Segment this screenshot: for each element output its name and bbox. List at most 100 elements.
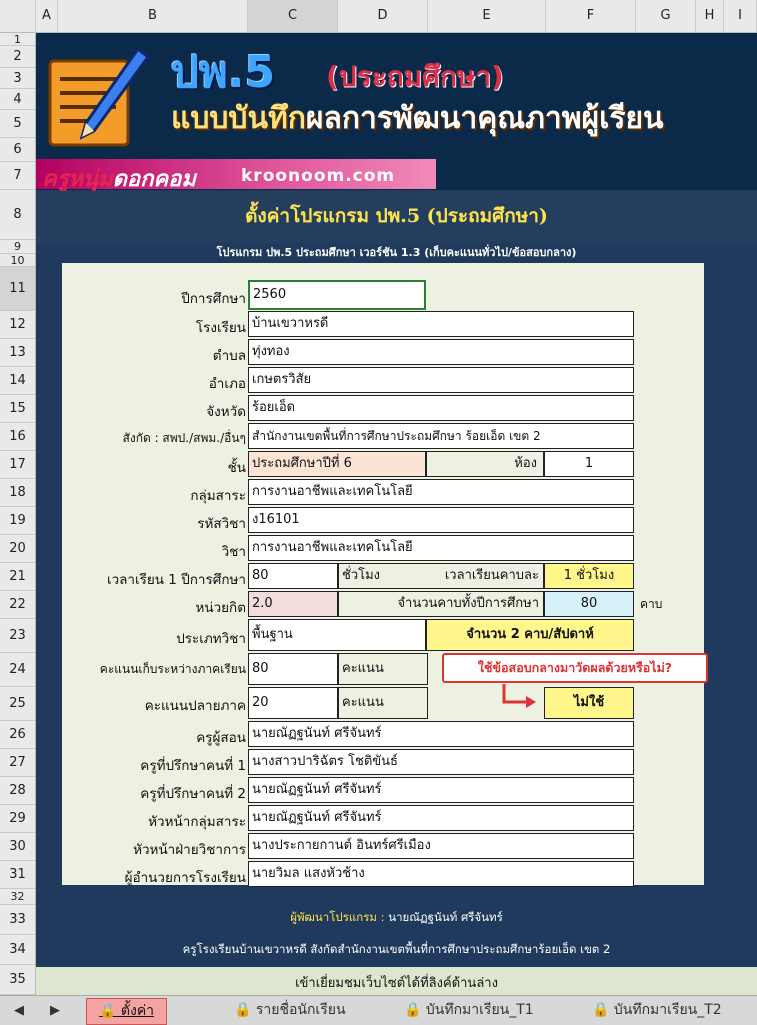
row-header[interactable]: 7 [0,162,35,190]
row-header[interactable]: 16 [0,423,35,451]
col-header-f[interactable]: F [546,0,636,32]
head-academic-label: หัวหน้าฝ่ายวิชาการ [133,842,246,858]
group-input[interactable]: การงานอาชีพและเทคโนโลยี [248,479,634,505]
subject-label: วิชา [221,544,246,560]
central-exam-select[interactable]: ไม่ใช้ [544,687,634,719]
advisor1-input[interactable]: นางสาวปาริฉัตร โชติขันธ์ [248,749,634,775]
row-header[interactable]: 3 [0,68,35,89]
lock-icon: 🔒 [404,1002,422,1018]
col-header-g[interactable]: G [636,0,696,32]
col-header-h[interactable]: H [696,0,724,32]
tab-attendance-t1[interactable]: 🔒 บันทึกมาเรียน_T1 [404,998,534,1023]
affiliation-label: สังกัด : สพป./สพม./อื่นๆ [122,431,246,445]
row-header[interactable]: 35 [0,965,35,995]
final-score-input[interactable]: 20 [248,687,338,719]
col-header-c[interactable]: C [248,0,338,32]
row-header[interactable]: 10 [0,254,35,267]
grade-select[interactable]: ประถมศึกษาปีที่ 6 [248,451,426,477]
row-header[interactable]: 21 [0,563,35,591]
row-header[interactable]: 24 [0,653,35,687]
col-header-d[interactable]: D [338,0,428,32]
banner-line2-a: แบบบันทึก [171,101,306,136]
code-input[interactable]: ง16101 [248,507,634,533]
row-header[interactable]: 27 [0,749,35,777]
developer-label: ผู้พัฒนาโปรแกรม : [290,910,385,924]
row-header[interactable]: 29 [0,805,35,833]
row-header[interactable]: 22 [0,591,35,619]
row-header[interactable]: 14 [0,367,35,395]
row-header[interactable]: 34 [0,935,35,965]
row-header[interactable]: 13 [0,339,35,367]
school-label: โรงเรียน [195,320,246,336]
tab-student-list-label: รายชื่อนักเรียน [255,1002,346,1018]
sheet-tab-bar: ◀ ▶ 🔒 ตั้งค่า 🔒 รายชื่อนักเรียน 🔒 บันทึก… [0,995,757,1025]
brand-name-a: ครูหนุ่ม [42,167,113,192]
row-header[interactable]: 23 [0,619,35,653]
final-score-label: คะแนนปลายภาค [144,698,246,714]
row-header[interactable]: 1 [0,33,35,46]
hours-label: เวลาเรียน 1 ปีการศึกษา [106,572,246,588]
row-header[interactable]: 4 [0,89,35,110]
advisor2-input[interactable]: นายณัฏฐนันท์ ศรีจันทร์ [248,777,634,803]
tab-scroll-right-icon[interactable]: ▶ [50,998,60,1023]
subdistrict-label: ตำบล [212,348,246,364]
col-header-e[interactable]: E [428,0,546,32]
province-label: จังหวัด [206,404,246,420]
tab-scroll-left-icon[interactable]: ◀ [14,998,24,1023]
row-header[interactable]: 9 [0,240,35,254]
room-label: ห้อง [426,451,544,477]
director-input[interactable]: นายวิมล แสงหัวช้าง [248,861,634,887]
director-label: ผู้อำนวยการโรงเรียน [124,870,246,886]
row-header[interactable]: 17 [0,451,35,479]
col-header-i[interactable]: I [724,0,757,32]
col-header-a[interactable]: A [36,0,58,32]
tab-settings[interactable]: 🔒 ตั้งค่า [86,998,168,1025]
affiliation-input[interactable]: สำนักงานเขตพื้นที่การศึกษาประถมศึกษา ร้อ… [248,423,634,449]
select-all-corner[interactable] [0,0,36,32]
row-header[interactable]: 19 [0,507,35,535]
developer-org: ครูโรงเรียนบ้านเขวาหรดี สังกัดสำนักงานเข… [182,942,611,956]
row-header-bar: 1 2 3 4 5 6 7 8 9 10 11 12 13 14 15 16 1… [0,33,36,995]
row-header[interactable]: 18 [0,479,35,507]
banner-line2: แบบบันทึกผลการพัฒนาคุณภาพผู้เรียน [171,95,664,142]
head-academic-input[interactable]: นางประกายกานต์ อินทร์ศรีเมือง [248,833,634,859]
head-group-input[interactable]: นายณัฏฐนันท์ ศรีจันทร์ [248,805,634,831]
subject-input[interactable]: การงานอาชีพและเทคโนโลยี [248,535,634,561]
row-header[interactable]: 6 [0,138,35,162]
row-header[interactable]: 26 [0,721,35,749]
row-header[interactable]: 30 [0,833,35,861]
row-header[interactable]: 20 [0,535,35,563]
row-header[interactable]: 33 [0,905,35,935]
teacher-input[interactable]: นายณัฏฐนันท์ ศรีจันทร์ [248,721,634,747]
mid-score-input[interactable]: 80 [248,653,338,685]
district-input[interactable]: เกษตรวิสัย [248,367,634,393]
page-subtitle: โปรแกรม ปพ.5 ประถมศึกษา เวอร์ชัน 1.3 (เก… [216,246,577,259]
arrow-right-icon [502,684,536,708]
group-label: กลุ่มสาระ [190,488,246,504]
row-header[interactable]: 8 [0,190,35,240]
row-header[interactable]: 32 [0,889,35,905]
tab-attendance-t2[interactable]: 🔒 บันทึกมาเรียน_T2 [592,998,722,1023]
banner-subtitle: (ประถมศึกษา) [326,60,504,93]
developer-credit: ผู้พัฒนาโปรแกรม : นายณัฏฐนันท์ ศรีจันทร์ [36,909,757,927]
row-header[interactable]: 5 [0,110,35,138]
row-header[interactable]: 15 [0,395,35,423]
period-select[interactable]: 1 ชั่วโมง [544,563,634,589]
type-select[interactable]: พื้นฐาน [248,619,426,651]
room-input[interactable]: 1 [544,451,634,477]
advisor1-label: ครูที่ปรึกษาคนที่ 1 [140,758,246,774]
row-header[interactable]: 28 [0,777,35,805]
tab-student-list[interactable]: 🔒 รายชื่อนักเรียน [234,998,346,1023]
province-input[interactable]: ร้อยเอ็ด [248,395,634,421]
visit-website-text: เข้าเยี่ยมชมเว็บไซต์ได้ที่ลิงค์ด้านล่าง [36,967,757,995]
row-header[interactable]: 12 [0,311,35,339]
row-header[interactable]: 25 [0,687,35,721]
hours-input[interactable]: 80 [248,563,338,589]
col-header-b[interactable]: B [58,0,248,32]
school-input[interactable]: บ้านเขวาหรดี [248,311,634,337]
subdistrict-input[interactable]: ทุ่งทอง [248,339,634,365]
row-header[interactable]: 31 [0,861,35,889]
year-input[interactable]: 2560 [248,280,426,310]
row-header[interactable]: 11 [0,267,35,311]
row-header[interactable]: 2 [0,46,35,68]
